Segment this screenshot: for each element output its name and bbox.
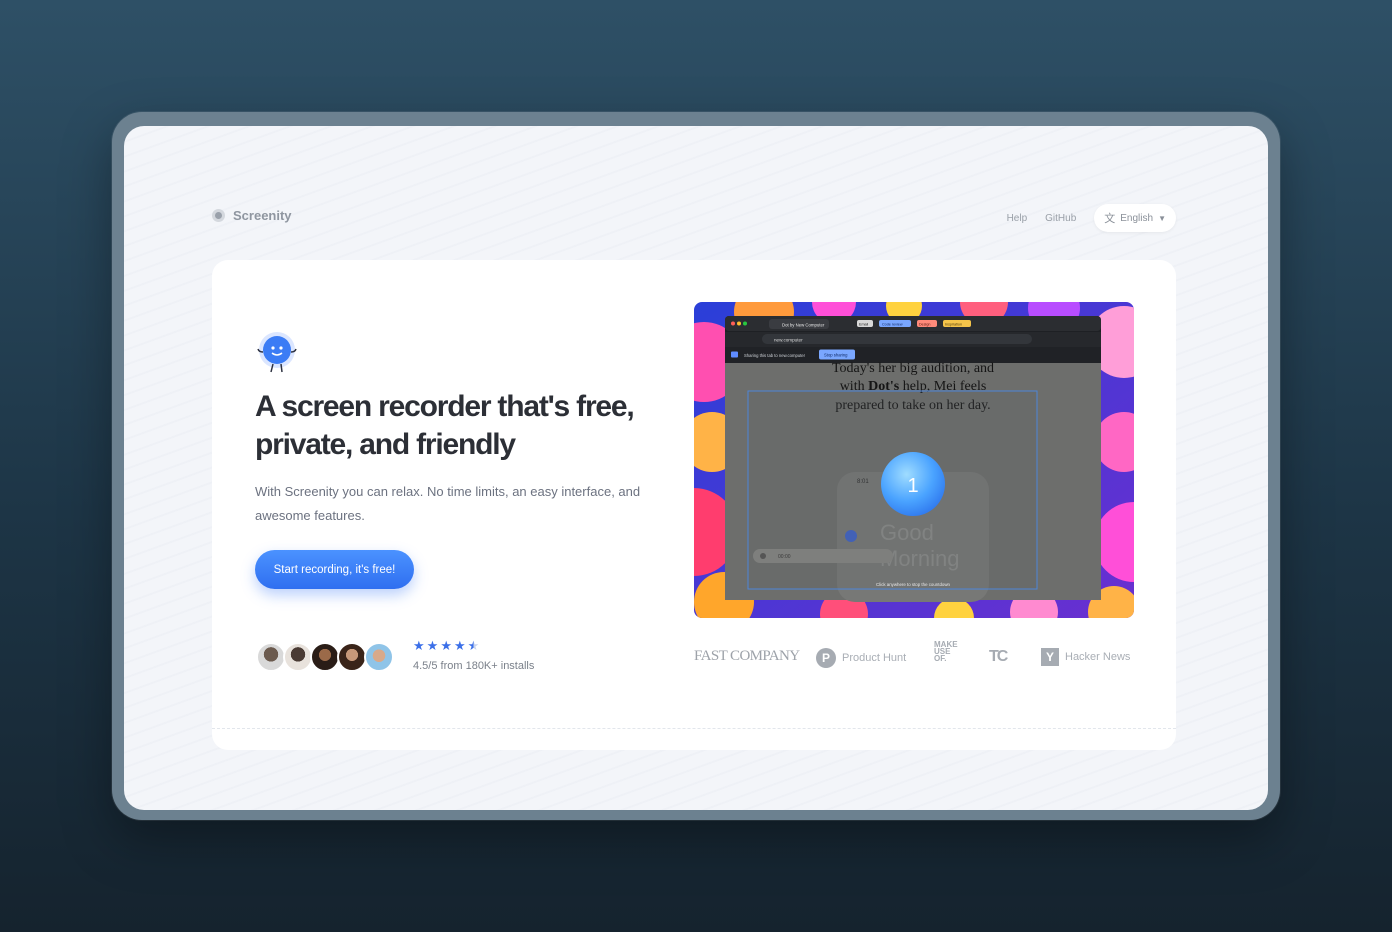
avatar	[337, 642, 367, 672]
hacker-news-label: Hacker News	[1065, 651, 1131, 663]
hacker-news-icon: Y	[1041, 648, 1059, 666]
browser-url: new.computer	[774, 338, 803, 343]
product-hunt-icon: P	[816, 648, 836, 668]
star-icon: ★	[453, 638, 466, 653]
mascot-icon	[257, 332, 297, 373]
rating-stars: ★ ★ ★ ★ ★	[413, 638, 534, 654]
avatar	[310, 642, 340, 672]
star-icon: ★	[413, 638, 425, 653]
logo-text: Screenity	[233, 208, 292, 223]
language-selector[interactable]: 文 English ▼	[1094, 204, 1176, 232]
star-icon: ★	[426, 638, 439, 653]
half-star-icon: ★	[467, 638, 480, 653]
avatar	[364, 642, 394, 672]
countdown-hint: Click anywhere to stop the countdown	[876, 582, 951, 587]
site-header: Screenity Help GitHub 文 English ▼	[212, 204, 1176, 232]
press-logos: FAST COMPANY P Product Hunt MAKE USE OF.…	[694, 640, 1134, 672]
rating-text: 4.5/5 from 180K+ installs	[413, 660, 535, 672]
makeuseof-logo: MAKE USE OF.	[934, 640, 958, 663]
hacker-news-logo: Y Hacker News	[1041, 648, 1130, 666]
browser-tab-title: Dot by New Computer	[782, 323, 825, 328]
avatar	[283, 642, 313, 672]
star-icon: ★	[440, 638, 452, 653]
hero-card: A screen recorder that's free, private, …	[212, 260, 1176, 750]
share-banner-text: Sharing this tab to new.computer	[744, 353, 806, 358]
rating: ★ ★ ★ ★ ★ 4.5/5 from 180K+ installs	[413, 638, 534, 672]
fast-company-logo: FAST COMPANY	[694, 648, 800, 664]
nav-help-link[interactable]: Help	[1007, 213, 1028, 224]
translate-icon: 文	[1104, 213, 1116, 225]
avatar	[256, 642, 286, 672]
nav-github-link[interactable]: GitHub	[1045, 213, 1076, 224]
tab-chip: Inspiration	[945, 322, 962, 326]
product-hunt-logo: P Product Hunt	[816, 648, 906, 668]
tab-chip: Design	[919, 322, 930, 326]
countdown-number: 1	[907, 475, 918, 497]
techcrunch-logo: TC	[989, 648, 1008, 665]
tab-chip: Code review	[882, 322, 903, 326]
product-hunt-label: Product Hunt	[842, 652, 907, 664]
toolbar-timer: 00:00	[778, 554, 791, 560]
section-divider	[212, 728, 1176, 729]
language-label: English	[1120, 212, 1154, 224]
start-recording-button[interactable]: Start recording, it's free!	[255, 550, 414, 589]
site-logo[interactable]: Screenity	[212, 208, 292, 223]
tab-chip: Email	[859, 322, 868, 326]
hero-headline: A screen recorder that's free, private, …	[255, 390, 635, 461]
user-avatars	[256, 642, 394, 672]
story-line-1: Today's her big audition, and	[832, 361, 994, 376]
logo-record-icon	[212, 209, 225, 222]
stop-sharing-button: Stop sharing	[824, 352, 848, 357]
device-frame: Screenity Help GitHub 文 English ▼ A scre…	[112, 112, 1280, 820]
header-nav: Help GitHub 文 English ▼	[1007, 204, 1176, 232]
product-preview-image: Dot by New Computer Email Code review De…	[694, 302, 1134, 618]
hero-subtitle: With Screenity you can relax. No time li…	[255, 484, 641, 523]
browser-screen: Screenity Help GitHub 文 English ▼ A scre…	[124, 126, 1268, 810]
chevron-down-icon: ▼	[1158, 213, 1166, 223]
